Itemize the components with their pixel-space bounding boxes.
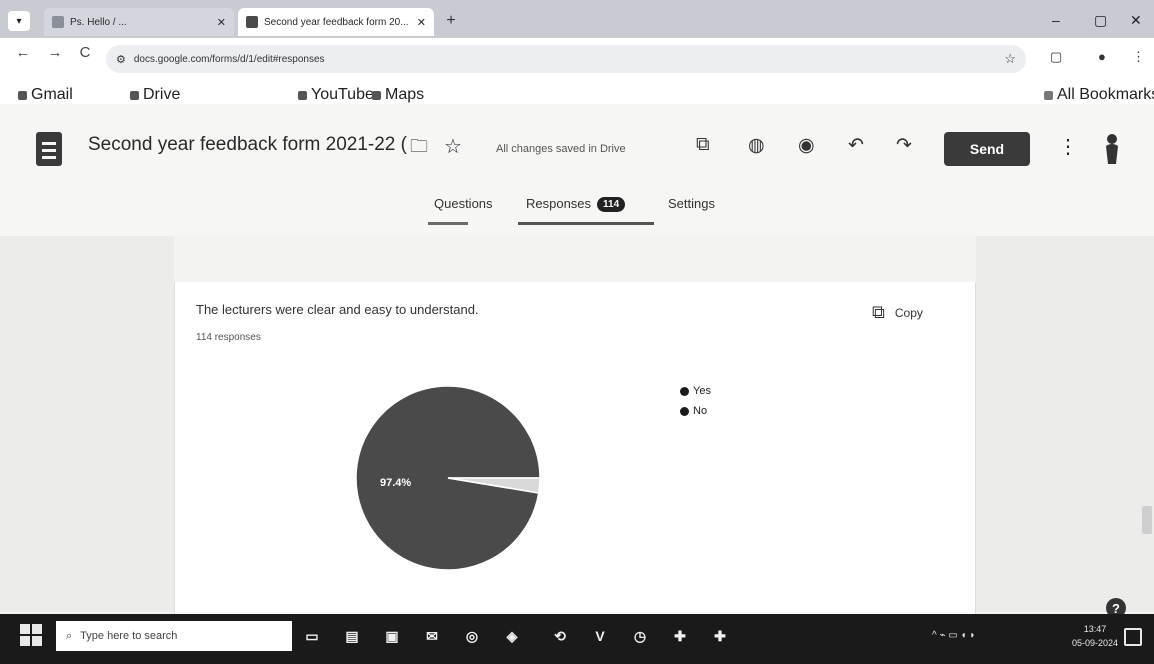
- new-tab-button[interactable]: +: [440, 11, 462, 31]
- bookmark-item[interactable]: YouTube: [298, 86, 374, 104]
- clock-date: 05-09-2024: [1072, 638, 1119, 648]
- pie-slice-label: 97.4%: [380, 477, 411, 489]
- preview-eye-icon[interactable]: ◉: [798, 134, 815, 157]
- all-bookmarks[interactable]: All Bookmarks: [1044, 86, 1154, 104]
- tab-favicon-icon: [246, 16, 258, 28]
- app-icon[interactable]: ◷: [628, 624, 652, 648]
- chrome-icon[interactable]: ◎: [460, 624, 484, 648]
- customize-theme-icon[interactable]: ◍: [748, 134, 765, 157]
- more-options-icon[interactable]: ⋮: [1058, 134, 1078, 159]
- questions-tab-indicator: [428, 222, 468, 225]
- search-icon: ⌕: [66, 629, 73, 642]
- store-icon[interactable]: ▣: [380, 624, 404, 648]
- app-icon[interactable]: ✚: [708, 624, 732, 648]
- file-explorer-icon[interactable]: ▤: [340, 624, 364, 648]
- site-info-icon[interactable]: ⚙: [116, 53, 126, 66]
- responses-count-badge: 114: [597, 197, 626, 213]
- active-tab-indicator: [518, 222, 654, 225]
- address-bar[interactable]: ⚙ docs.google.com/forms/d/1/edit#respons…: [106, 45, 1026, 73]
- extensions-icon[interactable]: ▢: [1050, 49, 1062, 65]
- addon-icon[interactable]: ⧉: [696, 134, 710, 156]
- minimize-button[interactable]: –: [1052, 12, 1060, 28]
- tab-search-icon[interactable]: ▾: [8, 11, 30, 31]
- avatar[interactable]: [1100, 132, 1124, 166]
- browser-tab-active[interactable]: Second year feedback form 20... ✕: [238, 8, 434, 36]
- tab-favicon-icon: [52, 16, 64, 28]
- tab-title: Second year feedback form 20...: [264, 16, 409, 28]
- copy-chart-button[interactable]: ⧉ Copy: [872, 302, 923, 323]
- taskbar-search-input[interactable]: ⌕ Type here to search: [56, 621, 292, 651]
- tab-questions[interactable]: Questions: [434, 196, 493, 211]
- google-forms-icon[interactable]: [36, 132, 62, 166]
- task-view-icon[interactable]: ▭: [300, 624, 324, 648]
- clock-time: 13:47: [1083, 624, 1107, 634]
- pie-chart: 97.4%: [355, 385, 541, 571]
- legend-dot-icon: [680, 406, 689, 416]
- bookmark-item[interactable]: Gmail: [18, 86, 73, 104]
- reload-button[interactable]: C: [74, 44, 96, 61]
- notification-icon[interactable]: [1124, 628, 1142, 646]
- bookmark-star-icon[interactable]: ☆: [1004, 51, 1016, 67]
- folder-icon: [1044, 90, 1053, 100]
- bookmark-favicon-icon: [18, 90, 27, 100]
- question-title: The lecturers were clear and easy to und…: [196, 302, 479, 317]
- legend-item-yes[interactable]: Yes: [680, 385, 711, 397]
- bookmark-favicon-icon: [130, 90, 139, 100]
- app-icon[interactable]: ✚: [668, 624, 692, 648]
- star-icon[interactable]: ☆: [444, 134, 462, 159]
- browser-menu-icon[interactable]: ⋮: [1132, 49, 1145, 65]
- app-icon[interactable]: ⟲: [548, 624, 572, 648]
- question-summary-card: [174, 282, 976, 614]
- tab-close-icon[interactable]: ✕: [417, 16, 426, 29]
- bookmark-favicon-icon: [372, 90, 381, 100]
- legend-label: No: [693, 405, 708, 417]
- maximize-button[interactable]: ▢: [1094, 12, 1107, 29]
- legend-dot-icon: [680, 386, 689, 396]
- tab-close-icon[interactable]: ✕: [217, 16, 226, 29]
- taskbar-clock[interactable]: 13:47 05-09-2024: [1072, 622, 1118, 650]
- save-status: All changes saved in Drive: [496, 143, 626, 155]
- forward-button[interactable]: →: [44, 44, 66, 61]
- system-tray-icons[interactable]: ^ ⌁ ▭ ◖ ◗: [932, 630, 975, 641]
- bookmark-favicon-icon: [298, 90, 307, 100]
- send-button[interactable]: Send: [944, 132, 1030, 166]
- legend-item-no[interactable]: No: [680, 405, 707, 417]
- form-title[interactable]: Second year feedback form 2021-22 (: [88, 134, 407, 156]
- bookmark-item[interactable]: Drive: [130, 86, 180, 104]
- page-background-right: [976, 236, 1154, 612]
- move-to-folder-icon[interactable]: 🗀: [410, 134, 428, 164]
- legend-label: Yes: [693, 385, 711, 397]
- copy-icon: ⧉: [872, 302, 885, 322]
- windows-start-icon[interactable]: [20, 624, 42, 646]
- tab-responses[interactable]: Responses 114: [526, 196, 626, 213]
- address-url: docs.google.com/forms/d/1/edit#responses: [133, 53, 325, 65]
- response-count: 114 responses: [196, 332, 261, 343]
- profile-icon[interactable]: ●: [1098, 49, 1106, 64]
- page-background-left: [0, 236, 174, 612]
- browser-tab-inactive[interactable]: Ps. Hello / ... ✕: [44, 8, 234, 36]
- tab-title: Ps. Hello / ...: [70, 16, 127, 28]
- mail-icon[interactable]: ✉: [420, 624, 444, 648]
- forms-header: [0, 104, 1154, 236]
- copy-label: Copy: [894, 305, 923, 320]
- app-icon[interactable]: ◈: [500, 624, 524, 648]
- redo-icon[interactable]: ↷: [896, 134, 912, 157]
- back-button[interactable]: ←: [12, 44, 34, 61]
- close-window-button[interactable]: ✕: [1130, 12, 1142, 29]
- tab-responses-label: Responses: [526, 196, 592, 211]
- scrollbar-thumb[interactable]: [1142, 506, 1152, 534]
- taskbar-search-placeholder: Type here to search: [80, 630, 178, 642]
- tab-settings[interactable]: Settings: [668, 196, 715, 211]
- app-icon[interactable]: V: [588, 624, 612, 648]
- bookmark-item[interactable]: Maps: [372, 86, 424, 104]
- undo-icon[interactable]: ↶: [848, 134, 864, 157]
